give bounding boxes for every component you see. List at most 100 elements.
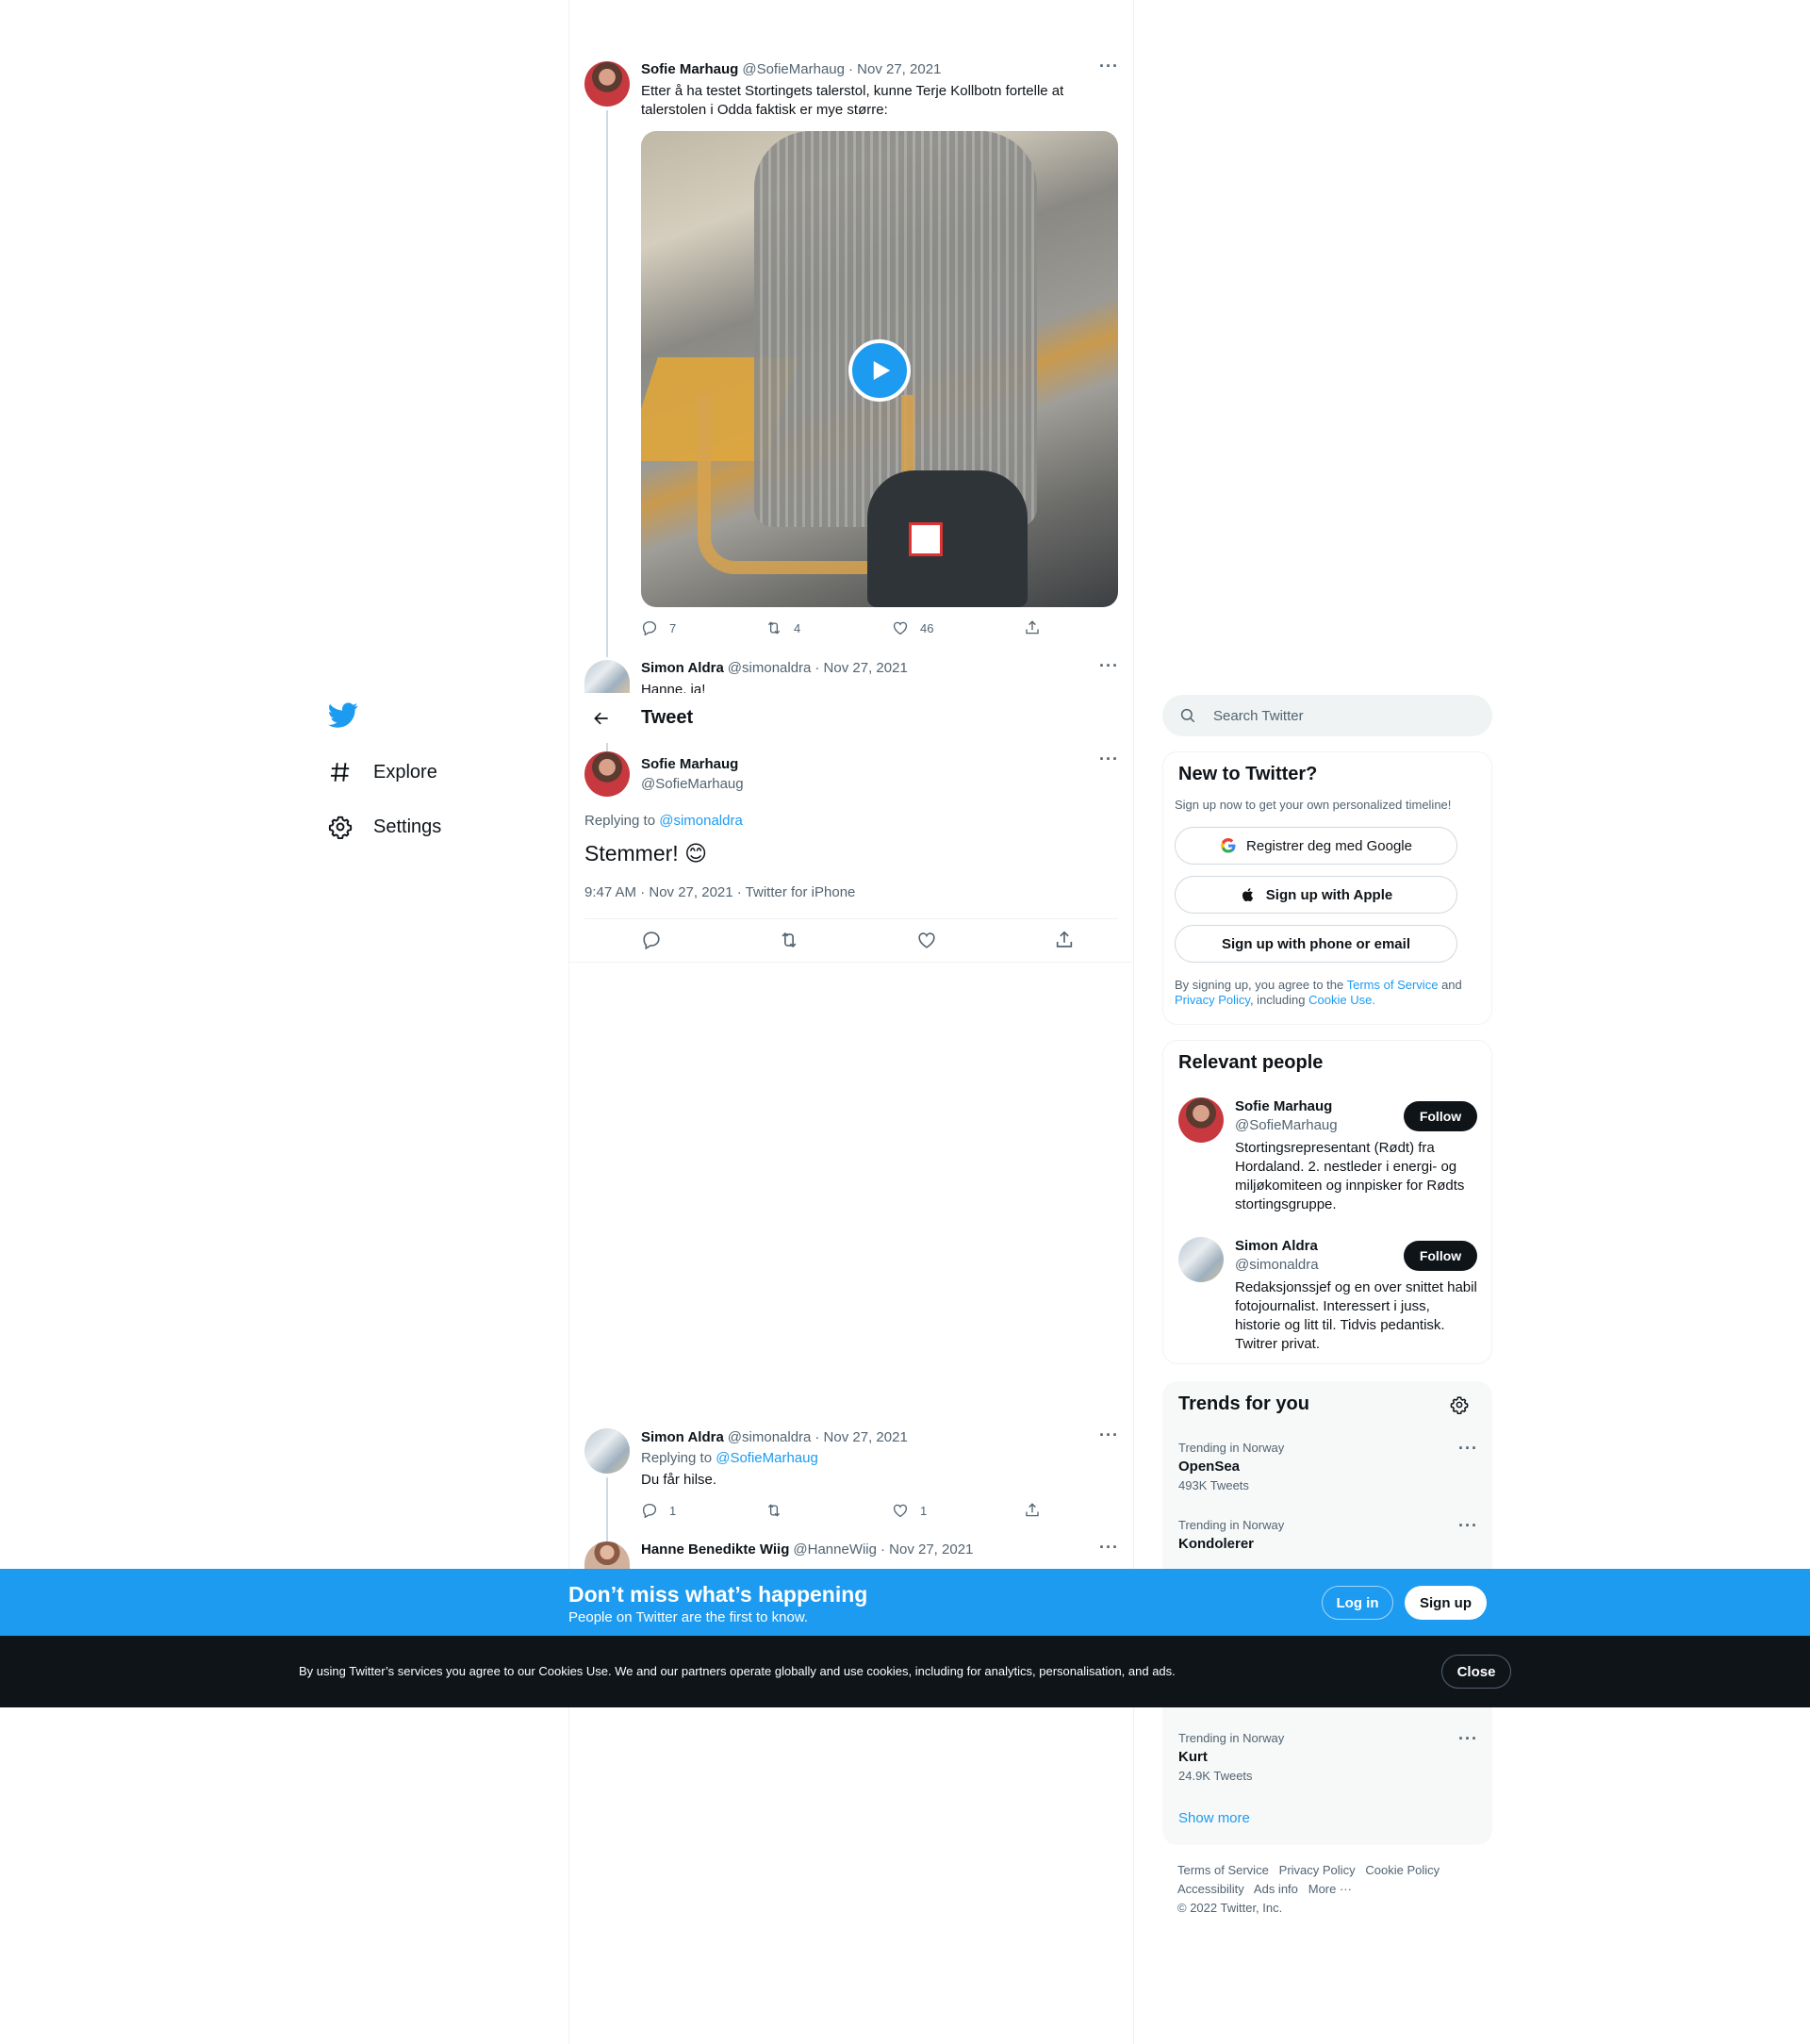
retweet-button[interactable] bbox=[765, 1502, 892, 1519]
person-card[interactable]: Simon Aldra @simonaldra bbox=[1235, 1237, 1319, 1275]
share-button[interactable] bbox=[1054, 930, 1075, 950]
main-column-right-border bbox=[1133, 0, 1134, 2044]
like-count: 1 bbox=[920, 1503, 928, 1518]
like-button[interactable]: 1 bbox=[892, 1502, 1024, 1519]
share-button[interactable] bbox=[1024, 619, 1041, 636]
play-button[interactable] bbox=[848, 339, 911, 402]
more-icon[interactable]: ··· bbox=[1458, 1729, 1478, 1749]
footer-privacy-link[interactable]: Privacy Policy bbox=[1279, 1863, 1356, 1877]
retweet-icon bbox=[767, 621, 781, 635]
retweet-button[interactable]: 4 bbox=[765, 619, 892, 636]
banner-text: Don’t miss what’s happening People on Tw… bbox=[568, 1582, 867, 1625]
signup-phone-email-button[interactable]: Sign up with phone or email bbox=[1175, 925, 1457, 963]
signup-legal-text: By signing up, you agree to the Terms of… bbox=[1175, 978, 1476, 1008]
author-handle[interactable]: @simonaldra bbox=[728, 1429, 812, 1445]
retweet-count: 4 bbox=[794, 620, 801, 635]
more-icon[interactable]: ··· bbox=[1458, 1516, 1478, 1536]
heart-icon bbox=[893, 621, 908, 635]
card-title: New to Twitter? bbox=[1178, 764, 1318, 784]
author-name[interactable]: Hanne Benedikte Wiig bbox=[641, 1541, 789, 1558]
trend-item[interactable]: Trending in Norway Kondolerer bbox=[1178, 1516, 1284, 1554]
replying-to-link[interactable]: @simonaldra bbox=[659, 813, 743, 829]
like-button[interactable] bbox=[916, 930, 937, 950]
more-icon[interactable]: ··· bbox=[1099, 656, 1119, 676]
follow-button[interactable]: Follow bbox=[1404, 1101, 1477, 1131]
tweet-date[interactable]: · Nov 27, 2021 bbox=[814, 1429, 907, 1445]
author-name[interactable]: Sofie Marhaug bbox=[641, 61, 738, 77]
follow-button[interactable]: Follow bbox=[1404, 1241, 1477, 1271]
author-name[interactable]: Sofie Marhaug bbox=[641, 754, 744, 774]
person-handle[interactable]: @SofieMarhaug bbox=[1235, 1116, 1338, 1135]
reply-icon bbox=[642, 620, 657, 636]
reply-button[interactable] bbox=[641, 930, 662, 950]
cookie-link[interactable]: Cookie Use. bbox=[1308, 993, 1375, 1007]
tweet-meta[interactable]: 9:47 AM · Nov 27, 2021 · Twitter for iPh… bbox=[584, 884, 855, 900]
replying-to-link[interactable]: @SofieMarhaug bbox=[716, 1450, 818, 1466]
bag-logo bbox=[909, 522, 943, 556]
avatar[interactable] bbox=[584, 751, 630, 797]
retweet-button[interactable] bbox=[779, 930, 799, 950]
nav-settings[interactable]: Settings bbox=[328, 806, 441, 848]
avatar[interactable] bbox=[1178, 1237, 1224, 1282]
back-button[interactable] bbox=[584, 701, 618, 735]
signup-button[interactable]: Sign up bbox=[1405, 1586, 1487, 1620]
cookie-text: By using Twitter’s services you agree to… bbox=[299, 1664, 1176, 1678]
avatar[interactable] bbox=[1178, 1097, 1224, 1143]
author-handle[interactable]: @SofieMarhaug bbox=[742, 61, 845, 77]
person-name[interactable]: Sofie Marhaug bbox=[1235, 1097, 1338, 1116]
avatar[interactable] bbox=[584, 1541, 630, 1569]
person-name[interactable]: Simon Aldra bbox=[1235, 1237, 1319, 1256]
search-bar[interactable] bbox=[1162, 695, 1492, 736]
author-handle[interactable]: @HanneWiig bbox=[793, 1541, 877, 1558]
footer-cookie-link[interactable]: Cookie Policy bbox=[1365, 1863, 1440, 1877]
main-tweet-author: Sofie Marhaug @SofieMarhaug bbox=[641, 754, 744, 794]
trend-name: Kurt bbox=[1178, 1749, 1208, 1765]
avatar[interactable] bbox=[584, 660, 630, 693]
login-button[interactable]: Log in bbox=[1322, 1586, 1393, 1620]
tweet-date[interactable]: · Nov 27, 2021 bbox=[880, 1541, 973, 1558]
tweet-date[interactable]: · Nov 27, 2021 bbox=[814, 660, 907, 676]
signup-apple-button[interactable]: Sign up with Apple bbox=[1175, 876, 1457, 914]
more-icon[interactable]: ··· bbox=[1458, 1439, 1478, 1459]
reply-button[interactable]: 7 bbox=[641, 619, 765, 636]
trend-item[interactable]: Trending in Norway Kurt 24.9K Tweets bbox=[1178, 1729, 1284, 1786]
person-card[interactable]: Sofie Marhaug @SofieMarhaug bbox=[1235, 1097, 1338, 1135]
trend-item[interactable]: Trending in Norway OpenSea 493K Tweets bbox=[1178, 1439, 1284, 1495]
avatar[interactable] bbox=[584, 61, 630, 107]
bio-line: miljøkomiteen og innpisker for Rødts bbox=[1235, 1178, 1465, 1194]
more-icon[interactable]: ··· bbox=[1099, 750, 1119, 769]
more-icon[interactable]: ··· bbox=[1099, 1538, 1119, 1558]
more-icon[interactable]: ··· bbox=[1099, 1426, 1119, 1445]
reply-button[interactable]: 1 bbox=[641, 1502, 765, 1519]
more-icon[interactable]: ··· bbox=[1099, 57, 1119, 76]
person-handle[interactable]: @simonaldra bbox=[1235, 1256, 1319, 1275]
footer-ads-link[interactable]: Ads info bbox=[1254, 1882, 1298, 1896]
signup-google-button[interactable]: Registrer deg med Google bbox=[1175, 827, 1457, 865]
play-icon bbox=[873, 361, 891, 380]
legal-text: By signing up, you agree to the bbox=[1175, 978, 1344, 992]
twitter-logo-icon[interactable] bbox=[328, 700, 362, 734]
avatar[interactable] bbox=[584, 1428, 630, 1474]
nav-explore[interactable]: Explore bbox=[328, 751, 437, 793]
show-more-link[interactable]: Show more bbox=[1178, 1810, 1250, 1826]
tweet-date[interactable]: · Nov 27, 2021 bbox=[848, 61, 941, 77]
cookie-close-button[interactable]: Close bbox=[1441, 1655, 1511, 1689]
author-handle[interactable]: @simonaldra bbox=[728, 660, 812, 676]
trends-settings-button[interactable] bbox=[1450, 1395, 1469, 1419]
author-name[interactable]: Simon Aldra bbox=[641, 660, 724, 676]
tweet-text: Du får hilse. bbox=[641, 1472, 717, 1488]
privacy-link[interactable]: Privacy Policy bbox=[1175, 993, 1250, 1007]
terms-link[interactable]: Terms of Service bbox=[1347, 978, 1439, 992]
card-title: Trends for you bbox=[1178, 1393, 1309, 1414]
footer-terms-link[interactable]: Terms of Service bbox=[1177, 1863, 1269, 1877]
person-bio: Redaksjonssjef og en over snittet habil … bbox=[1235, 1278, 1489, 1354]
author-name[interactable]: Simon Aldra bbox=[641, 1429, 724, 1445]
footer-more-link[interactable]: More ··· bbox=[1308, 1882, 1352, 1896]
share-button[interactable] bbox=[1024, 1502, 1041, 1519]
retweet-icon bbox=[782, 931, 797, 948]
author-handle[interactable]: @SofieMarhaug bbox=[641, 774, 744, 794]
bio-line: historie og litt til. Tidvis pedantisk. bbox=[1235, 1317, 1445, 1333]
footer-accessibility-link[interactable]: Accessibility bbox=[1177, 1882, 1244, 1896]
search-input[interactable] bbox=[1213, 707, 1458, 724]
like-button[interactable]: 46 bbox=[892, 619, 1024, 636]
